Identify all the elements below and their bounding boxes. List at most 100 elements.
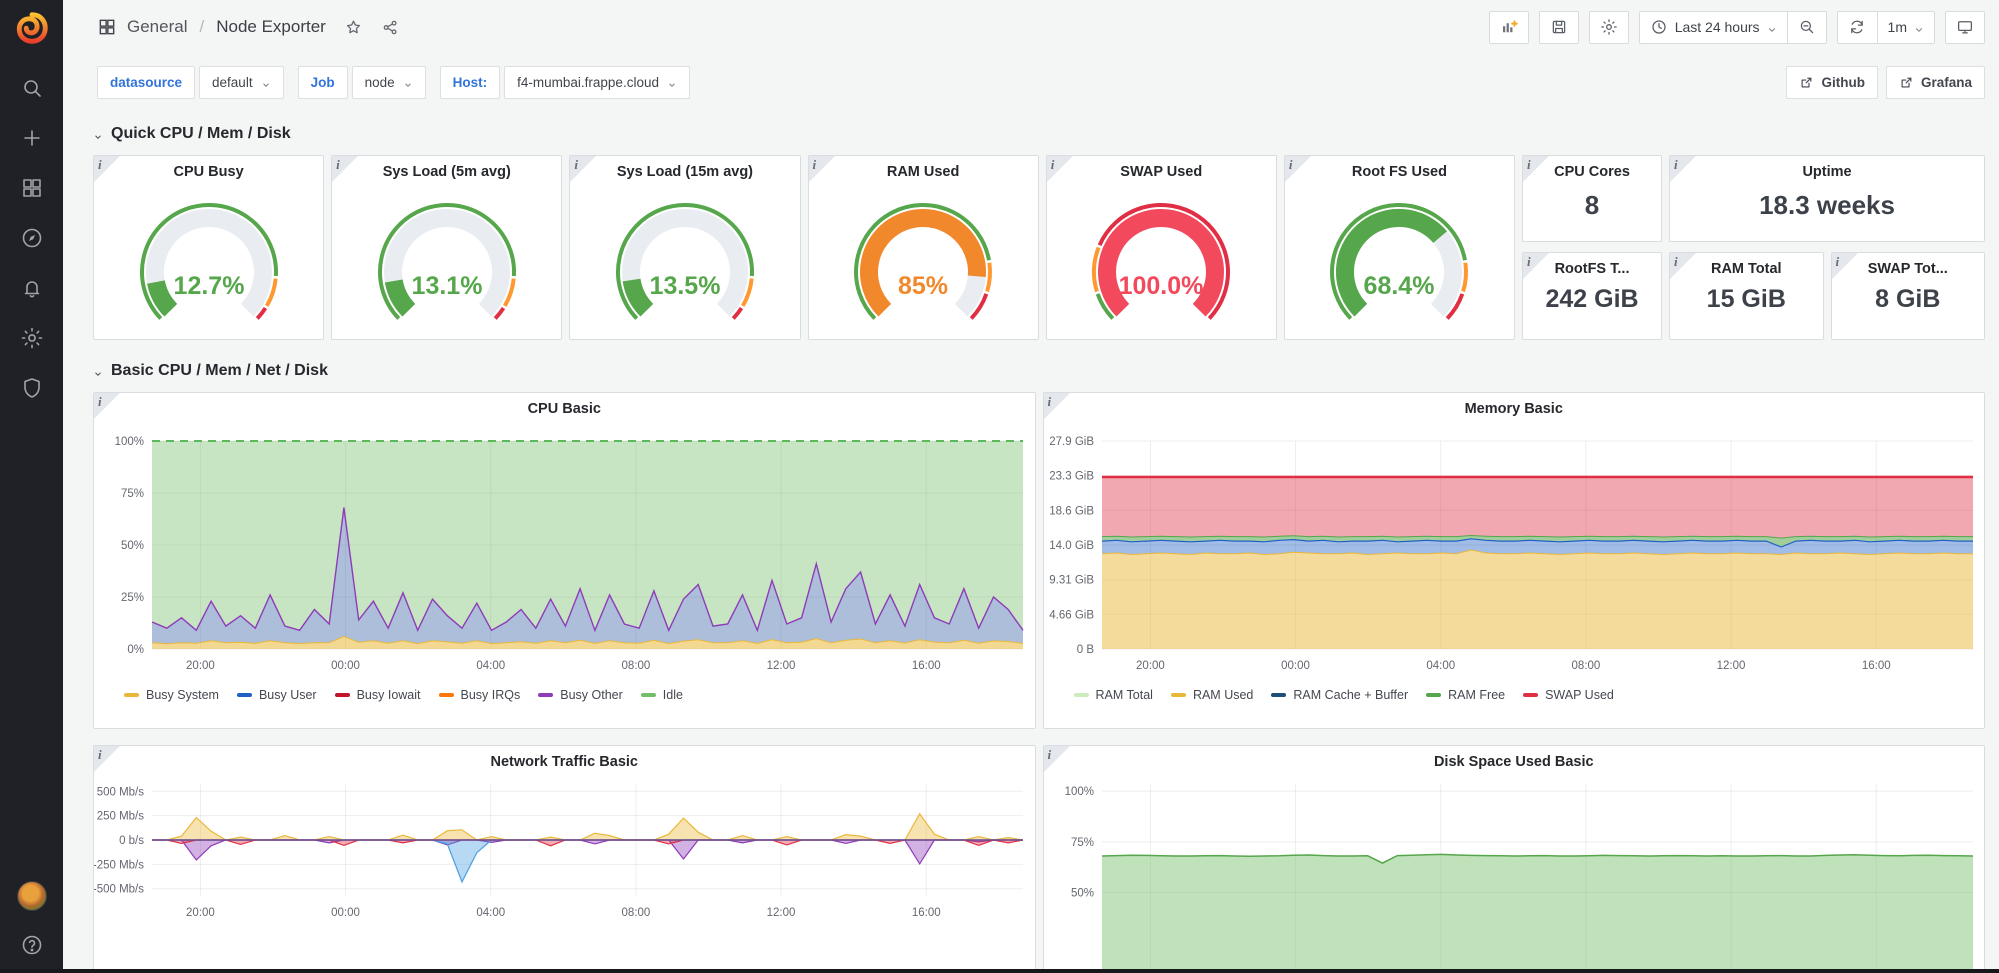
panel-info-icon[interactable]: i [94,746,120,772]
panel-title[interactable]: Network Traffic Basic [94,746,1035,770]
breadcrumb-folder[interactable]: General [127,17,187,37]
sidebar-help-icon[interactable] [20,933,44,957]
svg-text:-250 Mb/s: -250 Mb/s [94,859,144,871]
variable-value-dropdown[interactable]: node [352,66,426,99]
sidebar-gear-icon[interactable] [20,326,44,350]
panel-title[interactable]: Sys Load (5m avg) [332,156,561,180]
gauge: 100.0% [1066,180,1256,330]
svg-text:20:00: 20:00 [186,907,215,919]
stats-block: iCPU Cores8iUptime18.3 weeks iRootFS T..… [1522,155,1985,340]
legend-item[interactable]: SWAP Used [1523,688,1614,702]
dashboard-settings-button[interactable] [1589,11,1629,44]
sidebar-bell-icon[interactable] [20,276,44,300]
external-link-icon [1899,75,1914,90]
sidebar-apps-icon[interactable] [20,176,44,200]
sidebar-compass-icon[interactable] [20,226,44,250]
panel-info-icon[interactable]: i [1670,156,1696,182]
variable-host: Host:f4-mumbai.frappe.cloud [440,66,690,99]
panel-title[interactable]: RAM Used [809,156,1038,180]
panel-info-icon[interactable]: i [1832,253,1858,279]
panel-info-icon[interactable]: i [332,156,358,182]
legend-item[interactable]: Idle [641,688,683,702]
chevron-down-icon [261,78,271,88]
legend-item[interactable]: RAM Cache + Buffer [1271,688,1408,702]
chart-net[interactable]: 500 Mb/s250 Mb/s0 b/s-250 Mb/s-500 Mb/s2… [94,770,1035,926]
svg-text:0 b/s: 0 b/s [119,835,144,847]
section-title: Basic CPU / Mem / Net / Disk [111,362,328,380]
zoom-out-button[interactable] [1787,11,1827,44]
variable-value-dropdown[interactable]: default [199,66,284,99]
dashboard-grid-icon[interactable] [97,17,117,37]
refresh-button[interactable] [1837,11,1877,44]
user-avatar[interactable] [17,881,47,911]
legend-item[interactable]: Busy System [124,688,219,702]
svg-text:9.31 GiB: 9.31 GiB [1049,575,1094,587]
svg-text:20:00: 20:00 [186,660,215,672]
legend-item[interactable]: RAM Total [1074,688,1153,702]
row-basic-cpu-mem-net-disk[interactable]: Basic CPU / Mem / Net / Disk [63,358,1999,384]
stat-value: 15 GiB [1670,285,1823,314]
panel-info-icon[interactable]: i [1047,156,1073,182]
external-link-icon [1799,75,1814,90]
gauge: 85% [828,180,1018,330]
link-button-grafana[interactable]: Grafana [1886,66,1985,99]
save-dashboard-button[interactable] [1539,11,1579,44]
panel-info-icon[interactable]: i [570,156,596,182]
panel-title[interactable]: Memory Basic [1044,393,1985,417]
stat-value: 242 GiB [1523,285,1661,314]
sidebar-plus-icon[interactable] [20,126,44,150]
svg-text:250 Mb/s: 250 Mb/s [97,811,145,823]
legend-item[interactable]: Busy Iowait [335,688,421,702]
panel-info-icon[interactable]: i [94,393,120,419]
legend-item[interactable]: Busy User [237,688,317,702]
share-icon[interactable] [381,18,400,37]
refresh-group: 1m [1837,11,1935,44]
panel-title[interactable]: CPU Basic [94,393,1035,417]
svg-text:0%: 0% [127,644,144,656]
gauge-panel-sys-load-15m-avg-: iSys Load (15m avg)13.5% [569,155,800,340]
row-quick-cpu-mem-disk[interactable]: Quick CPU / Mem / Disk [63,121,1999,147]
panel-title[interactable]: SWAP Used [1047,156,1276,180]
panel-info-icon[interactable]: i [1285,156,1311,182]
panel-title[interactable]: Sys Load (15m avg) [570,156,799,180]
chart-mem[interactable]: 0 B4.66 GiB9.31 GiB14.0 GiB18.6 GiB23.3 … [1044,417,1985,679]
time-picker-group: Last 24 hours [1639,11,1827,44]
panel-info-icon[interactable]: i [1044,746,1070,772]
dashboard-toolbar: Last 24 hours 1m [1489,11,1985,44]
legend-item[interactable]: RAM Used [1171,688,1253,702]
panel-info-icon[interactable]: i [1523,156,1549,182]
panel-info-icon[interactable]: i [1044,393,1070,419]
svg-text:100%: 100% [1064,786,1093,798]
svg-text:-500 Mb/s: -500 Mb/s [94,884,144,896]
link-button-github[interactable]: Github [1786,66,1878,99]
stat-panel-uptime: iUptime18.3 weeks [1669,155,1985,242]
legend-item[interactable]: RAM Free [1426,688,1505,702]
time-range-button[interactable]: Last 24 hours [1639,11,1787,44]
panel-info-icon[interactable]: i [94,156,120,182]
star-icon[interactable] [344,18,363,37]
grafana-logo[interactable] [12,8,52,48]
panel-info-icon[interactable]: i [809,156,835,182]
refresh-interval-button[interactable]: 1m [1877,11,1935,44]
panel-title[interactable]: CPU Busy [94,156,323,180]
kiosk-mode-button[interactable] [1945,11,1985,44]
chart-legend: Busy System Busy User Busy Iowait Busy IRQs… [94,684,1035,702]
chart-disk[interactable]: 50%75%100% [1044,770,1985,973]
legend-swatch [1523,693,1538,697]
legend-swatch [335,693,350,697]
legend-swatch [237,693,252,697]
panel-title[interactable]: Root FS Used [1285,156,1514,180]
legend-item[interactable]: Busy IRQs [439,688,521,702]
sidebar-shield-icon[interactable] [20,376,44,400]
legend-item[interactable]: Busy Other [538,688,623,702]
chart-cpu[interactable]: 0%25%50%75%100%20:0000:0004:0008:0012:00… [94,417,1035,679]
panel-info-icon[interactable]: i [1523,253,1549,279]
breadcrumb: General / Node Exporter [97,17,400,37]
sidebar-search-icon[interactable] [20,76,44,100]
panel-title[interactable]: Disk Space Used Basic [1044,746,1985,770]
breadcrumb-dashboard-name[interactable]: Node Exporter [216,17,326,37]
add-panel-button[interactable] [1489,11,1529,44]
panel-info-icon[interactable]: i [1670,253,1696,279]
panel-title[interactable]: Uptime [1670,156,1984,180]
variable-value-dropdown[interactable]: f4-mumbai.frappe.cloud [504,66,690,99]
